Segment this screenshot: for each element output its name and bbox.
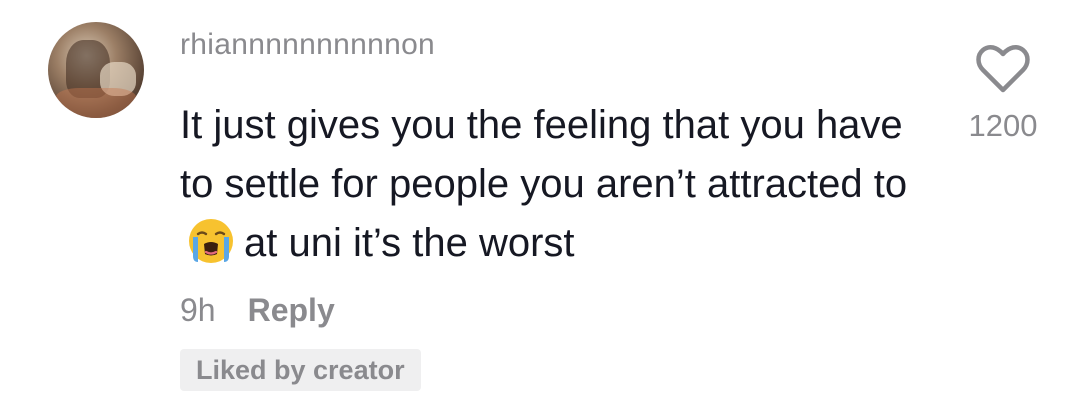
loudly-crying-face-emoji-icon [189, 219, 233, 263]
comment-text: It just gives you the feeling that you h… [180, 96, 920, 273]
comment-text-part-2: at uni it’s the worst [244, 221, 575, 265]
user-avatar[interactable] [48, 22, 144, 118]
avatar-photo-foreground [56, 88, 136, 118]
comment-username[interactable]: rhiannnnnnnnnnon [180, 28, 435, 62]
like-count: 1200 [968, 108, 1038, 143]
reply-button[interactable]: Reply [248, 292, 335, 329]
comment-timestamp: 9h [180, 292, 216, 328]
liked-by-creator-badge: Liked by creator [180, 349, 421, 391]
like-control: 1200 [953, 44, 1053, 144]
comment-text-part-1: It just gives you the feeling that you h… [180, 103, 908, 206]
comment-meta: 9h Reply [180, 292, 335, 329]
heart-outline-icon[interactable] [976, 44, 1030, 94]
